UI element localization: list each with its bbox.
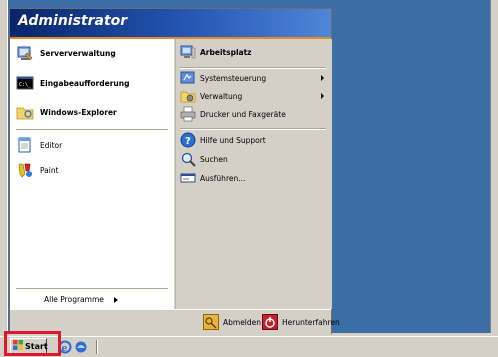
command-prompt-icon: C:\_ — [16, 74, 34, 92]
menu-item-eingabeaufforderung[interactable]: C:\_ Eingabeaufforderung — [16, 74, 129, 92]
shutdown-button[interactable]: Herunterfahren — [262, 314, 340, 330]
server-management-icon — [16, 44, 34, 62]
power-icon — [262, 314, 278, 330]
submenu-arrow-icon — [321, 75, 324, 81]
svg-text:e: e — [62, 344, 68, 354]
taskbar-divider — [96, 340, 98, 354]
separator — [180, 67, 326, 69]
menu-item-verwaltung[interactable]: Verwaltung — [180, 88, 328, 104]
my-computer-icon — [180, 44, 196, 60]
menu-item-serververwaltung[interactable]: Serververwaltung — [16, 44, 116, 62]
start-menu-left-column: Serververwaltung C:\_ Eingabeaufforderun… — [10, 39, 174, 309]
window-frame-right — [490, 0, 498, 340]
menu-item-hilfe[interactable]: ? Hilfe und Support — [180, 132, 328, 148]
search-icon — [180, 151, 196, 167]
run-icon — [180, 170, 196, 186]
key-icon — [203, 314, 219, 330]
control-panel-icon — [180, 70, 196, 86]
start-menu-header: Administrator — [10, 9, 331, 39]
svg-text:C:\_: C:\_ — [19, 82, 32, 88]
menu-item-windows-explorer[interactable]: Windows-Explorer — [16, 103, 117, 121]
help-icon: ? — [180, 132, 196, 148]
menu-item-paint[interactable]: Paint — [16, 161, 59, 179]
menu-item-editor[interactable]: Editor — [16, 136, 62, 154]
arrow-right-icon — [113, 296, 118, 303]
menu-item-suchen[interactable]: Suchen — [180, 151, 328, 167]
start-menu-right-column: Arbeitsplatz Systemsteuerung Verwaltung … — [175, 39, 332, 309]
menu-item-arbeitsplatz[interactable]: Arbeitsplatz — [180, 44, 328, 60]
explorer-folder-icon — [16, 103, 34, 121]
taskbar: e — [0, 336, 498, 357]
logoff-button[interactable]: Abmelden — [203, 314, 261, 330]
paint-icon — [16, 161, 34, 179]
admin-tools-icon — [180, 88, 196, 104]
separator — [16, 129, 168, 131]
notepad-icon — [16, 136, 34, 154]
separator — [16, 288, 168, 290]
menu-item-ausfuehren[interactable]: Ausführen... — [180, 170, 328, 186]
user-name: Administrator — [18, 13, 128, 29]
window-frame-left — [0, 0, 8, 340]
quicklaunch-desktop-icon[interactable] — [74, 340, 88, 356]
svg-text:?: ? — [185, 136, 191, 147]
highlight-box — [4, 331, 61, 356]
menu-item-systemsteuerung[interactable]: Systemsteuerung — [180, 70, 328, 86]
separator — [180, 128, 326, 130]
submenu-arrow-icon — [321, 93, 324, 99]
printer-icon — [180, 106, 196, 122]
start-menu: Administrator Serververwaltung C:\_ Eing… — [9, 8, 340, 334]
menu-item-drucker[interactable]: Drucker und Faxgeräte — [180, 106, 328, 122]
all-programs-button[interactable]: Alle Programme — [44, 295, 118, 304]
